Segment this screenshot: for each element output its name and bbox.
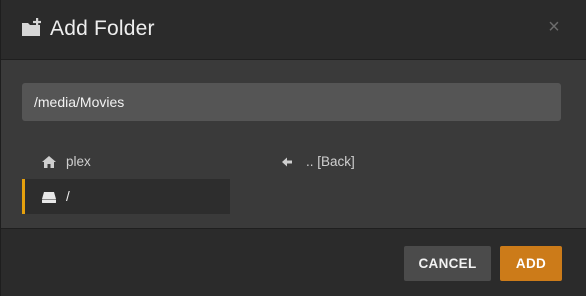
browser-item-label: .. [Back] [306,154,355,169]
add-button[interactable]: ADD [500,246,562,281]
dialog-footer: CANCEL ADD [1,228,586,296]
close-icon[interactable]: × [547,17,561,37]
browser-item-label: / [66,189,70,204]
arrow-left-icon [280,155,298,169]
folder-add-icon [21,18,43,38]
dialog-title: Add Folder [50,17,155,40]
dialog-header: Add Folder × [1,0,586,60]
add-folder-dialog: Add Folder × plex .. [Back] [0,0,586,296]
browser-item-label: plex [66,154,91,169]
folder-browser: plex .. [Back] / [22,144,561,214]
drive-icon [40,190,58,204]
cancel-button[interactable]: CANCEL [404,246,491,281]
browser-item-root[interactable]: / [22,179,230,214]
folder-path-input[interactable] [22,83,561,121]
dialog-body: plex .. [Back] / [1,61,586,228]
home-icon [40,155,58,169]
browser-item-home[interactable]: plex [22,144,230,179]
browser-item-back[interactable]: .. [Back] [280,144,480,179]
